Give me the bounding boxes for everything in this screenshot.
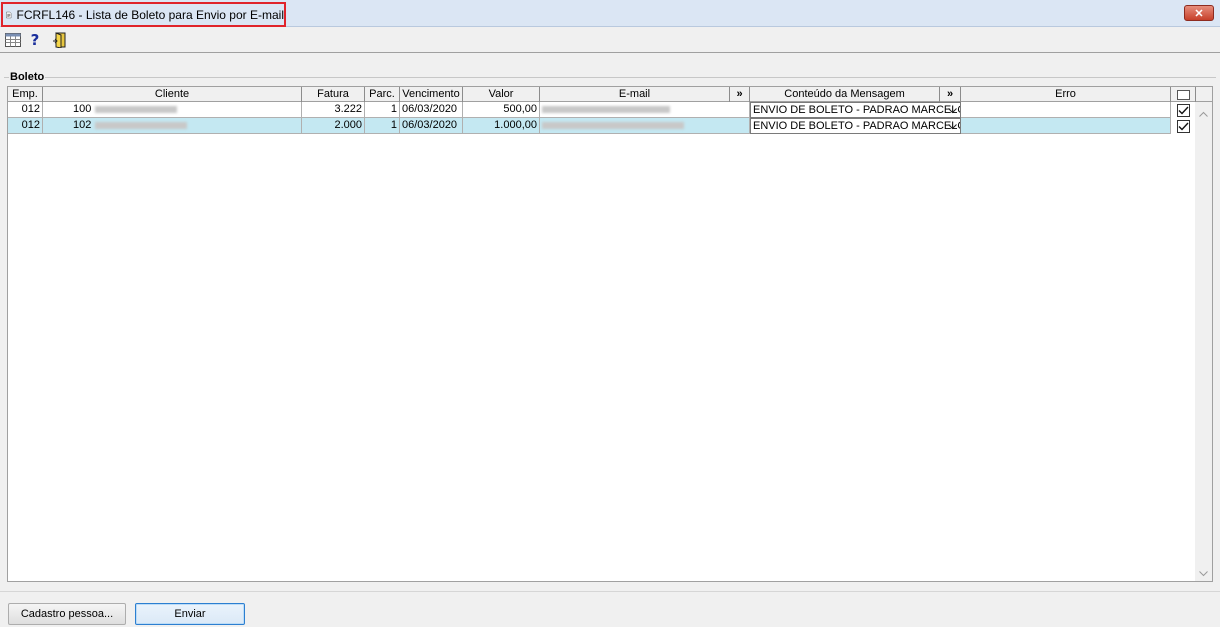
row-checkbox[interactable] bbox=[1171, 118, 1196, 134]
cell-valor: 1.000,00 bbox=[463, 118, 540, 134]
cell-cliente: 100 bbox=[43, 102, 302, 118]
redacted-client-name bbox=[95, 121, 188, 129]
cell-erro bbox=[961, 118, 1171, 134]
checkbox-checked bbox=[1177, 119, 1190, 133]
col-header-fatura[interactable]: Fatura bbox=[302, 87, 365, 102]
col-header-emp[interactable]: Emp. bbox=[8, 87, 43, 102]
enviar-button[interactable]: Enviar bbox=[135, 603, 245, 625]
cell-emp: 012 bbox=[8, 102, 43, 118]
grid-header: Emp. Cliente Fatura Parc. Vencimento Val… bbox=[8, 87, 1212, 102]
cliente-code: 100 bbox=[73, 103, 92, 115]
group-divider bbox=[4, 77, 1216, 78]
row-checkbox[interactable] bbox=[1171, 102, 1196, 118]
exit-door-icon[interactable] bbox=[51, 32, 69, 48]
cadastro-pessoa-button[interactable]: Cadastro pessoa... bbox=[8, 603, 126, 625]
expand-conteudo-button[interactable]: » bbox=[940, 87, 961, 102]
boleto-grid[interactable]: Emp. Cliente Fatura Parc. Vencimento Val… bbox=[7, 86, 1213, 582]
cell-valor: 500,00 bbox=[463, 102, 540, 118]
chevron-down-icon[interactable] bbox=[946, 119, 958, 133]
toolbar: ? bbox=[0, 27, 1220, 53]
grid-icon[interactable] bbox=[4, 32, 22, 48]
redacted-email bbox=[542, 121, 684, 129]
col-header-conteudo[interactable]: Conteúdo da Mensagem bbox=[750, 87, 940, 102]
cliente-code: 102 bbox=[73, 119, 92, 131]
table-row[interactable]: 012 100 3.222 1 06/03/2020 500,00 ENVIO … bbox=[8, 102, 1190, 118]
document-icon bbox=[6, 11, 12, 18]
window-title-area: FCRFL146 - Lista de Boleto para Envio po… bbox=[1, 2, 286, 27]
col-header-parc[interactable]: Parc. bbox=[365, 87, 400, 102]
cell-email bbox=[540, 102, 750, 118]
cell-vencimento: 06/03/2020 bbox=[400, 118, 463, 134]
window-title: FCRFL146 - Lista de Boleto para Envio po… bbox=[16, 7, 284, 22]
conteudo-select[interactable]: ENVIO DE BOLETO - PADRAO MARCELO bbox=[750, 118, 961, 134]
help-glyph: ? bbox=[30, 31, 40, 49]
cell-fatura: 2.000 bbox=[302, 118, 365, 134]
col-header-cliente[interactable]: Cliente bbox=[43, 87, 302, 102]
col-header-erro[interactable]: Erro bbox=[961, 87, 1171, 102]
help-icon[interactable]: ? bbox=[26, 31, 44, 49]
cell-email bbox=[540, 118, 750, 134]
cell-erro bbox=[961, 102, 1171, 118]
footer-divider bbox=[0, 591, 1220, 592]
cell-emp: 012 bbox=[8, 118, 43, 134]
col-header-email[interactable]: E-mail bbox=[540, 87, 730, 102]
conteudo-value: ENVIO DE BOLETO - PADRAO MARCELO bbox=[753, 120, 961, 132]
vertical-scrollbar[interactable] bbox=[1195, 102, 1212, 581]
cell-fatura: 3.222 bbox=[302, 102, 365, 118]
scroll-down-icon[interactable] bbox=[1195, 567, 1212, 581]
select-all-checkbox[interactable] bbox=[1171, 87, 1196, 102]
conteudo-value: ENVIO DE BOLETO - PADRAO MARCELO bbox=[753, 104, 961, 116]
col-header-valor[interactable]: Valor bbox=[463, 87, 540, 102]
checkbox-checked bbox=[1177, 103, 1190, 117]
title-bar: FCRFL146 - Lista de Boleto para Envio po… bbox=[0, 0, 1220, 27]
close-button[interactable]: ✕ bbox=[1184, 5, 1214, 21]
cell-vencimento: 06/03/2020 bbox=[400, 102, 463, 118]
close-icon: ✕ bbox=[1194, 7, 1204, 20]
expand-email-button[interactable]: » bbox=[730, 87, 750, 102]
redacted-client-name bbox=[95, 105, 178, 113]
cell-cliente: 102 bbox=[43, 118, 302, 134]
scroll-up-icon[interactable] bbox=[1195, 107, 1212, 121]
col-header-vencimento[interactable]: Vencimento bbox=[400, 87, 463, 102]
select-all-box bbox=[1176, 89, 1190, 100]
conteudo-select[interactable]: ENVIO DE BOLETO - PADRAO MARCELO bbox=[750, 102, 961, 118]
group-label: Boleto bbox=[9, 71, 46, 83]
table-row-selected[interactable]: 012 102 2.000 1 06/03/2020 1.000,00 ENVI… bbox=[8, 118, 1196, 134]
redacted-email bbox=[542, 105, 670, 113]
cell-parc: 1 bbox=[365, 118, 400, 134]
cell-parc: 1 bbox=[365, 102, 400, 118]
chevron-down-icon[interactable] bbox=[946, 103, 958, 117]
